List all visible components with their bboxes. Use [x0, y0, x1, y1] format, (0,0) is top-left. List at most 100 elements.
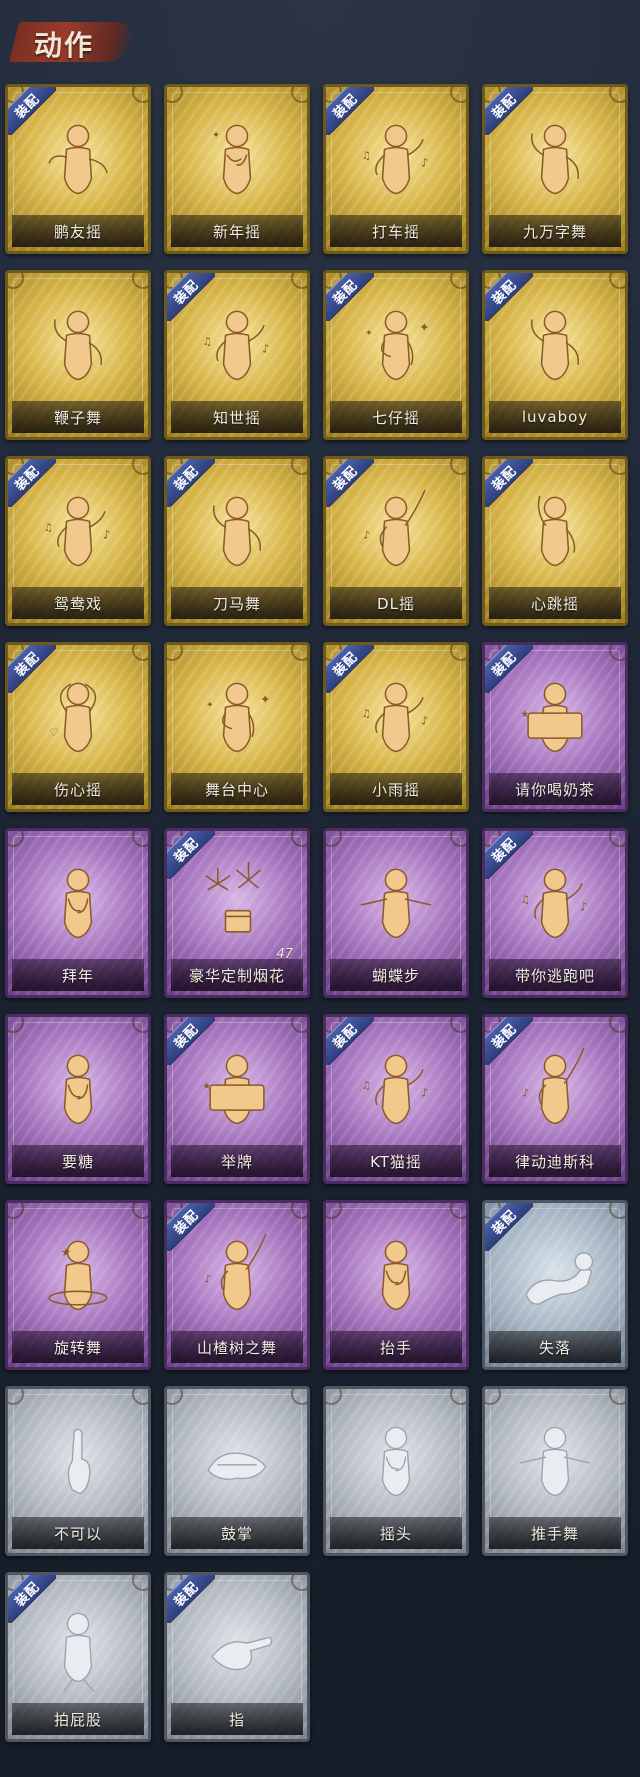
equipped-badge: 装配 — [485, 459, 533, 507]
emote-name: 伤心摇 — [53, 780, 102, 799]
emote-name: DL摇 — [377, 594, 415, 613]
equipped-badge: 装配 — [326, 273, 374, 321]
emote-card[interactable]: 装配 ♪ ♫ KT猫摇 — [323, 1014, 469, 1184]
svg-text:♪: ♪ — [580, 900, 587, 914]
emote-card[interactable]: 装配指 — [164, 1572, 310, 1742]
emote-name-bar: 小雨摇 — [330, 773, 462, 805]
equipped-ribbon: 装配 — [485, 273, 533, 321]
emote-card[interactable]: 要糖 — [5, 1014, 151, 1184]
emote-name-bar: 心跳摇 — [489, 587, 621, 619]
emote-card[interactable]: 抬手 — [323, 1200, 469, 1370]
emote-card[interactable]: 装配 ♪ ♫ 带你逃跑吧 — [482, 828, 628, 998]
equipped-label: 装配 — [330, 277, 361, 308]
emote-name: 不可以 — [53, 1524, 102, 1543]
emote-name: 豪华定制烟花 — [188, 966, 285, 985]
card-corner-ornament — [450, 645, 466, 661]
emote-name-bar: 推手舞 — [489, 1517, 621, 1549]
emote-card[interactable]: 装配 luvaboy — [482, 270, 628, 440]
emote-card[interactable]: 装配 ♡ 伤心摇 — [5, 642, 151, 812]
emote-card[interactable]: 装配 ♪ ♫ 知世摇 — [164, 270, 310, 440]
equipped-ribbon: 装配 — [167, 1017, 215, 1065]
emote-card[interactable]: 装配 ✦ ✦ 七仔摇 — [323, 270, 469, 440]
emote-card[interactable]: 装配 47 豪华定制烟花 — [164, 828, 310, 998]
finger-wag-icon — [8, 1411, 148, 1511]
emote-card[interactable]: 装配 ★ 举牌 — [164, 1014, 310, 1184]
card-corner-ornament — [609, 273, 625, 289]
equipped-label: 装配 — [489, 91, 520, 122]
equipped-badge: 装配 — [8, 87, 56, 135]
emote-card[interactable]: 装配 ♪ ♫ 打车摇 — [323, 84, 469, 254]
equipped-ribbon: 装配 — [167, 1575, 215, 1623]
card-corner-ornament — [132, 645, 148, 661]
emote-name-bar: 指 — [171, 1703, 303, 1735]
emote-card[interactable]: 装配 ♪ ♫ 鸳鸯戏 — [5, 456, 151, 626]
emote-name: 带你逃跑吧 — [514, 966, 595, 985]
emote-card[interactable]: ✦ ✦ 舞台中心 — [164, 642, 310, 812]
card-corner-ornament — [291, 1203, 307, 1219]
card-corner-ornament — [291, 1017, 307, 1033]
figure-bow-icon — [326, 1411, 466, 1511]
emote-name: 打车摇 — [371, 222, 420, 241]
card-corner-ornament — [450, 87, 466, 103]
emote-card[interactable]: 装配 ♪ ♫ 小雨摇 — [323, 642, 469, 812]
emote-card[interactable]: 装配 ★ 请你喝奶茶 — [482, 642, 628, 812]
emote-card[interactable]: 蝴蝶步 — [323, 828, 469, 998]
emote-card[interactable]: 装配 ♪ 山楂树之舞 — [164, 1200, 310, 1370]
emote-card[interactable]: 装配 九万字舞 — [482, 84, 628, 254]
figure-dance-icon — [8, 295, 148, 395]
emote-card[interactable]: 装配 失落 — [482, 1200, 628, 1370]
equipped-badge: 装配 — [485, 645, 533, 693]
emote-name: 拜年 — [61, 966, 94, 985]
card-corner-ornament — [167, 87, 183, 103]
emote-name: 要糖 — [61, 1152, 94, 1171]
equipped-label: 装配 — [171, 1207, 202, 1238]
emote-card[interactable]: 装配刀马舞 — [164, 456, 310, 626]
equipped-badge: 装配 — [167, 459, 215, 507]
equipped-ribbon: 装配 — [326, 645, 374, 693]
emote-card[interactable]: 装配 ♪ 律动迪斯科 — [482, 1014, 628, 1184]
emote-name: 刀马舞 — [212, 594, 261, 613]
card-corner-ornament — [8, 273, 24, 289]
emote-name-bar: 打车摇 — [330, 215, 462, 247]
emote-card[interactable]: 鞭子舞 — [5, 270, 151, 440]
svg-text:✦: ✦ — [206, 700, 213, 710]
emote-card[interactable]: 鼓掌 — [164, 1386, 310, 1556]
card-corner-ornament — [609, 459, 625, 475]
emote-name-bar: 豪华定制烟花 — [171, 959, 303, 991]
equipped-label: 装配 — [330, 91, 361, 122]
emote-card[interactable]: 装配 拍屁股 — [5, 1572, 151, 1742]
card-corner-ornament — [609, 87, 625, 103]
svg-text:★: ★ — [61, 1245, 71, 1259]
emote-card[interactable]: ✦ 新年摇 — [164, 84, 310, 254]
equipped-ribbon: 装配 — [326, 459, 374, 507]
emote-card[interactable]: 装配心跳摇 — [482, 456, 628, 626]
section-header: 动作 — [9, 14, 137, 66]
emote-name: 举牌 — [220, 1152, 253, 1171]
equipped-ribbon: 装配 — [326, 273, 374, 321]
emote-card[interactable]: ★ 旋转舞 — [5, 1200, 151, 1370]
equipped-ribbon: 装配 — [167, 1203, 215, 1251]
equipped-label: 装配 — [330, 463, 361, 494]
equipped-label: 装配 — [489, 1021, 520, 1052]
emote-name: 七仔摇 — [371, 408, 420, 427]
card-corner-ornament — [132, 1575, 148, 1591]
emote-name-bar: 拜年 — [12, 959, 144, 991]
emote-card[interactable]: 不可以 — [5, 1386, 151, 1556]
emote-card[interactable]: 摇头 — [323, 1386, 469, 1556]
emote-card[interactable]: 推手舞 — [482, 1386, 628, 1556]
emote-name-bar: 知世摇 — [171, 401, 303, 433]
emote-card[interactable]: 装配 ♪ DL摇 — [323, 456, 469, 626]
emote-card[interactable]: 装配 鹏友摇 — [5, 84, 151, 254]
emote-name: 知世摇 — [212, 408, 261, 427]
equipped-badge: 装配 — [485, 273, 533, 321]
equipped-badge: 装配 — [167, 1017, 215, 1065]
equipped-label: 装配 — [330, 649, 361, 680]
svg-text:♫: ♫ — [43, 522, 52, 534]
svg-text:♪: ♪ — [421, 1086, 428, 1100]
equipped-badge: 装配 — [326, 87, 374, 135]
equipped-badge: 装配 — [485, 1203, 533, 1251]
svg-text:★: ★ — [202, 1081, 211, 1092]
equipped-badge: 装配 — [167, 1203, 215, 1251]
card-corner-ornament — [132, 87, 148, 103]
emote-card[interactable]: 拜年 — [5, 828, 151, 998]
